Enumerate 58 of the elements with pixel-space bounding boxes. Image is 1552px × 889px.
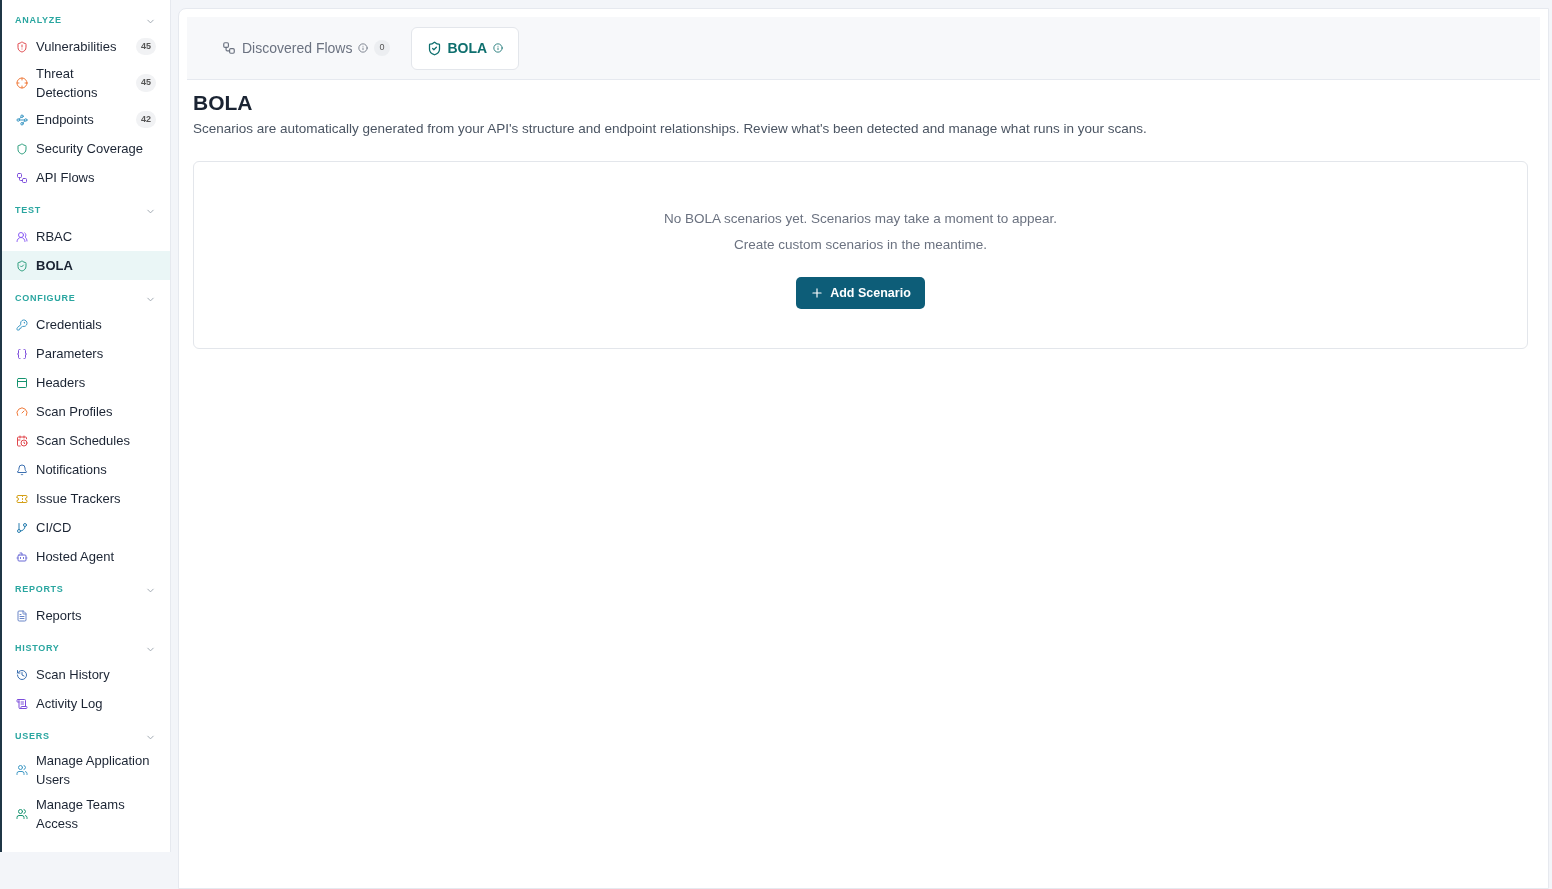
sidebar-item[interactable]: Activity Log [2,689,170,718]
count-badge: 42 [136,110,156,129]
shield-check-icon [16,259,28,272]
scroll-icon [16,697,28,710]
route-icon [16,113,28,126]
plus-icon [810,286,825,301]
info-icon [358,43,369,53]
crosshair-icon [16,77,28,89]
history-icon [16,668,28,681]
count-badge: 0 [374,40,390,56]
sidebar-item[interactable]: RBAC [2,222,170,251]
sidebar-item[interactable]: Parameters [2,339,170,368]
user-icon [16,230,28,243]
users-icon [16,808,28,820]
sidebar-item[interactable]: Endpoints 42 [2,105,170,134]
panel-icon [16,376,28,389]
sidebar-item[interactable]: API Flows [2,163,170,192]
count-badge: 45 [136,37,156,56]
sidebar-item[interactable]: Hosted Agent [2,542,170,571]
page-title: BOLA [193,90,254,116]
key-icon [16,318,28,331]
sidebar-item[interactable]: Security Coverage [2,134,170,163]
sidebar-item[interactable]: Credentials [2,310,170,339]
tab[interactable]: Discovered Flows 0 [207,26,405,70]
sidebar-item[interactable]: Manage Teams Access [2,792,170,836]
page-description: Scenarios are automatically generated from your API's structure and endpoint relationships. Review what's been detected and manage what runs in your scans. [193,120,1148,138]
ticket-icon [16,492,28,505]
gauge-icon [16,405,28,418]
shield-check-icon [426,40,442,56]
sidebar-item[interactable]: Scan Schedules [2,426,170,455]
empty-state-message: Create custom scenarios in the meantime. [734,236,987,255]
empty-state-message: No BOLA scenarios yet. Scenarios may take a moment to appear. [663,210,1058,229]
branch-icon [16,521,28,534]
sidebar-item[interactable]: Manage Application Users [2,748,170,792]
calendar-icon [16,434,28,447]
flow-icon [222,41,236,55]
sidebar-item[interactable]: Headers [2,368,170,397]
bot-icon [16,550,28,563]
bell-icon [16,463,28,476]
shield-alert-icon [16,40,28,53]
shield-icon [16,142,28,155]
sidebar-item[interactable]: Issue Trackers [2,484,170,513]
flow-icon [16,171,28,184]
sidebar-item[interactable]: Threat Detections 45 [2,61,170,105]
sidebar-item[interactable]: Notifications [2,455,170,484]
sidebar-item[interactable]: Vulnerabilities 45 [2,32,170,61]
sidebar-item[interactable]: Scan History [2,660,170,689]
sidebar-item[interactable]: Reports [2,601,170,630]
info-icon [493,43,504,53]
sidebar-item[interactable]: CI/CD [2,513,170,542]
sidebar-item[interactable]: BOLA [2,251,170,280]
document-icon [16,609,28,622]
users-icon [16,764,28,776]
add-scenario-button[interactable]: Add Scenario [796,277,925,310]
count-badge: 45 [136,74,156,92]
braces-icon [16,347,28,360]
tab[interactable]: BOLA [410,26,520,70]
sidebar-item[interactable]: Scan Profiles [2,397,170,426]
